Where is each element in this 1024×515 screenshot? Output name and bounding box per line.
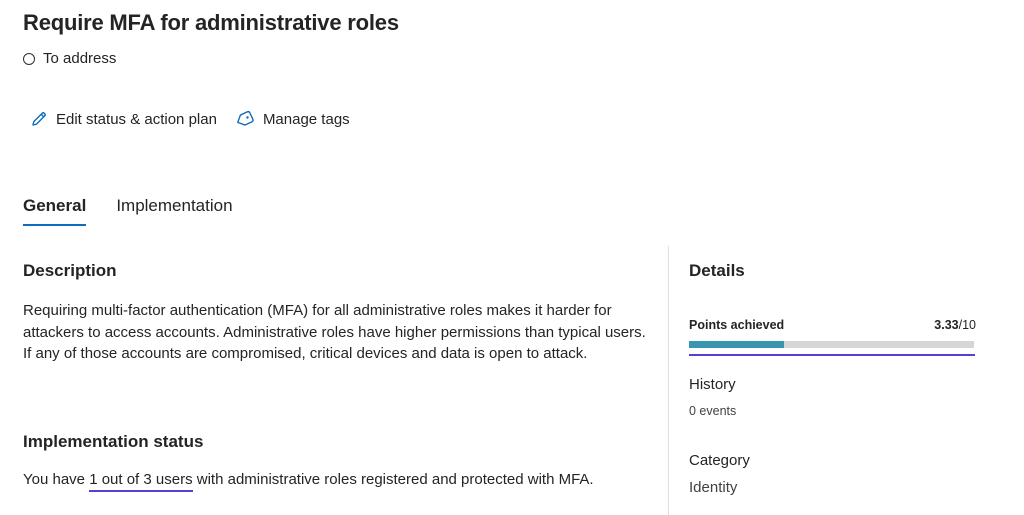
page-title: Require MFA for administrative roles xyxy=(23,10,399,35)
implementation-prefix: You have xyxy=(23,471,90,488)
implementation-suffix: with administrative roles registered and… xyxy=(192,471,594,488)
column-divider xyxy=(668,246,669,515)
edit-status-button[interactable]: Edit status & action plan xyxy=(30,110,217,128)
points-progress-bar xyxy=(689,341,974,348)
implementation-status-text: You have 1 out of 3 users with administr… xyxy=(23,471,594,492)
history-label: History xyxy=(689,376,736,393)
description-text: Requiring multi-factor authentication (M… xyxy=(23,302,646,362)
points-value: 3.33/10 xyxy=(934,318,976,332)
manage-tags-label: Manage tags xyxy=(262,110,350,128)
empty-circle-icon xyxy=(23,52,35,65)
tab-implementation[interactable]: Implementation xyxy=(116,196,232,226)
tab-general[interactable]: General xyxy=(23,196,87,226)
category-value: Identity xyxy=(689,479,738,496)
tab-bar: General Implementation xyxy=(23,196,233,226)
description-heading: Description xyxy=(23,261,117,280)
points-total: /10 xyxy=(958,318,976,332)
points-achieved-row: Points achieved 3.33/10 xyxy=(689,318,976,332)
points-underline xyxy=(689,354,975,356)
status-label: To address xyxy=(43,50,117,67)
recommendation-page: Require MFA for administrative roles To … xyxy=(0,0,1024,515)
points-label: Points achieved xyxy=(689,318,785,332)
pencil-icon xyxy=(30,110,48,128)
action-bar: Edit status & action plan Manage tags xyxy=(30,110,350,128)
status-indicator: To address xyxy=(23,50,116,67)
users-count-link[interactable]: 1 out of 3 users xyxy=(89,471,193,492)
points-progress-fill xyxy=(689,341,784,348)
edit-status-label: Edit status & action plan xyxy=(56,110,217,128)
category-label: Category xyxy=(689,452,750,469)
manage-tags-button[interactable]: Manage tags xyxy=(235,110,350,128)
points-score: 3.33 xyxy=(934,318,959,332)
tag-icon xyxy=(235,110,255,128)
details-heading: Details xyxy=(689,261,745,280)
history-value[interactable]: 0 events xyxy=(689,404,736,418)
implementation-status-heading: Implementation status xyxy=(23,432,204,451)
